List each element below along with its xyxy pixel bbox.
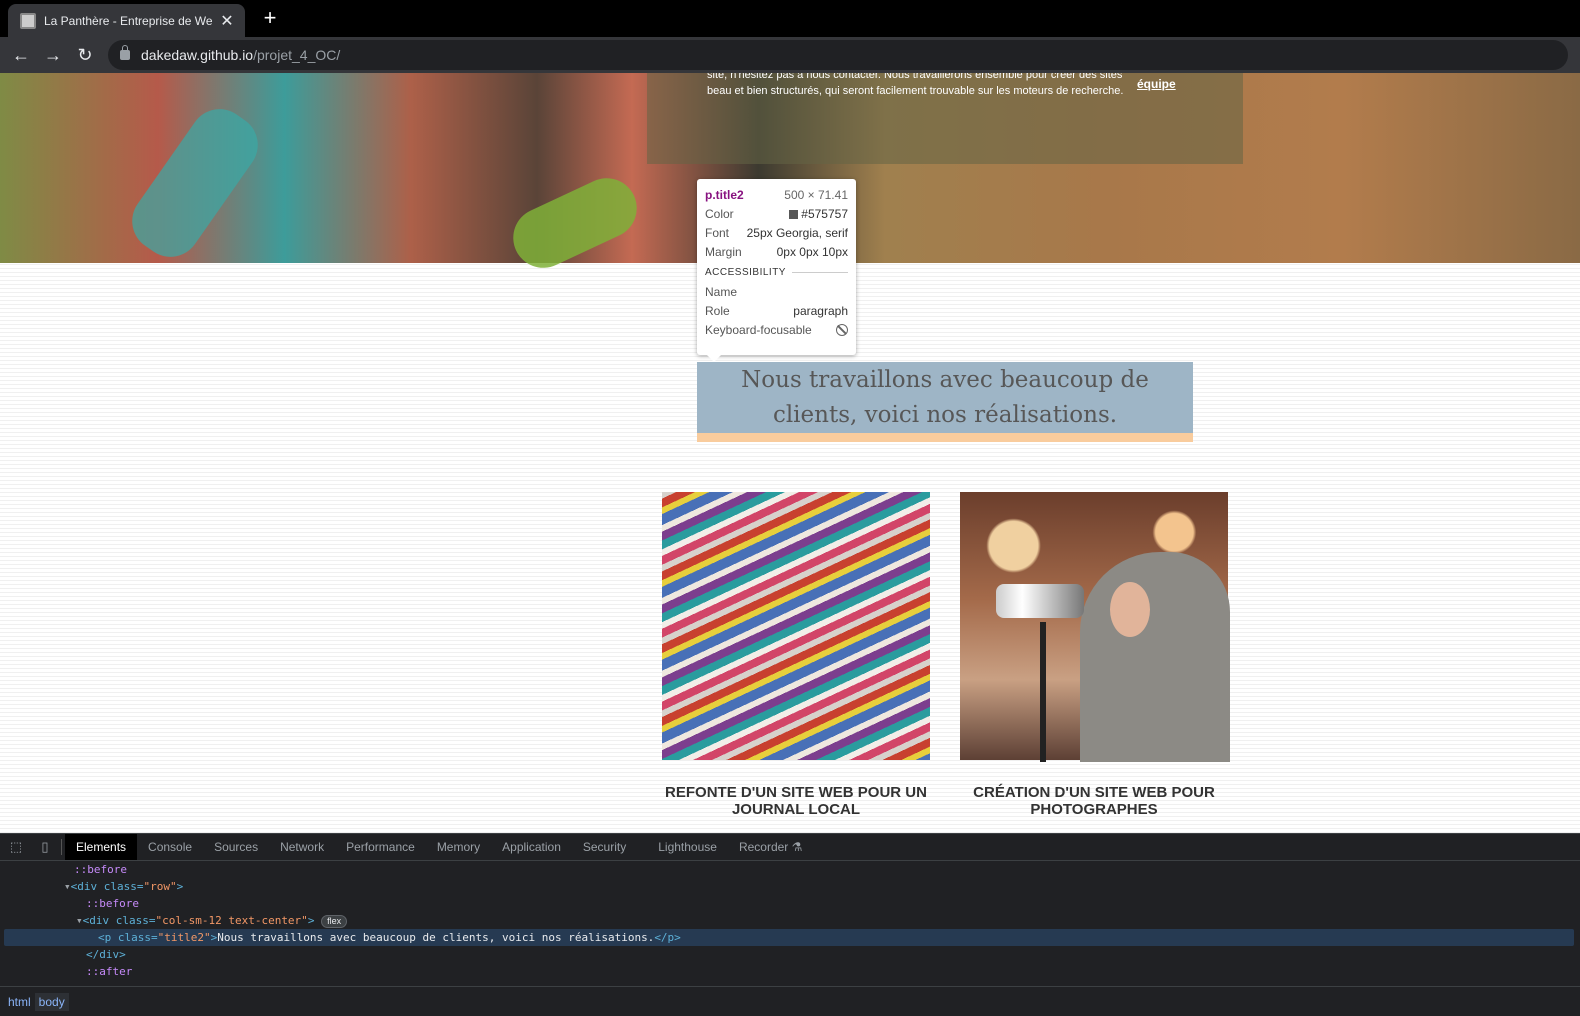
dom-node[interactable]: ▾<div class="col-sm-12 text-center"> fle… xyxy=(0,912,1580,929)
pseudo-element: ::before xyxy=(74,863,127,876)
tab-memory[interactable]: Memory xyxy=(426,834,491,860)
dom-tag: <p class= xyxy=(98,931,158,944)
card-title: CRÉATION D'UN SITE WEB POUR PHOTOGRAPHES xyxy=(973,784,1215,818)
tab-console[interactable]: Console xyxy=(137,834,203,860)
hero-decoration xyxy=(120,97,270,269)
tab-security[interactable]: Security xyxy=(572,834,637,860)
team-link[interactable]: équipe xyxy=(1137,77,1176,91)
tooltip-name-label: Name xyxy=(705,284,738,299)
tab-application[interactable]: Application xyxy=(491,834,572,860)
dom-attr-value: "row" xyxy=(143,880,177,893)
breadcrumb-html[interactable]: html xyxy=(4,993,35,1011)
dom-tag-end: > xyxy=(176,880,184,893)
dom-node[interactable]: ::before xyxy=(0,895,1580,912)
expand-arrow-icon[interactable]: ▾ xyxy=(64,880,71,893)
tooltip-section-heading: ACCESSIBILITY xyxy=(705,267,848,278)
dom-node[interactable]: ::after xyxy=(0,963,1580,980)
dom-node-selected[interactable]: <p class="title2">Nous travaillons avec … xyxy=(4,929,1574,946)
magazines-image xyxy=(662,492,930,760)
browser-tabbar: La Panthère - Entreprise de Web ✕ + xyxy=(0,0,1580,37)
devtools-tabbar: ⬚ ▯ Elements Console Sources Network Per… xyxy=(0,834,1580,861)
browser-tab[interactable]: La Panthère - Entreprise de Web ✕ xyxy=(8,4,245,37)
tooltip-margin-label: Margin xyxy=(705,244,742,259)
dom-tag-end: > xyxy=(307,914,315,927)
lock-icon xyxy=(120,45,130,60)
flex-badge[interactable]: flex xyxy=(321,915,348,928)
pseudo-element: ::after xyxy=(86,965,133,978)
card-title: REFONTE D'UN SITE WEB POUR UN JOURNAL LO… xyxy=(665,784,927,818)
tab-recorder[interactable]: Recorder ⚗ xyxy=(728,834,813,860)
tab-lighthouse[interactable]: Lighthouse xyxy=(647,834,728,860)
dom-tag: <div class= xyxy=(70,880,144,893)
photo-detail xyxy=(1110,582,1150,637)
tooltip-color-value: #575757 xyxy=(801,206,848,221)
tooltip-role-label: Role xyxy=(705,303,730,318)
tooltip-selector: p.title2 xyxy=(705,187,744,202)
inspect-tooltip: p.title2 500 × 71.41 Color #575757 Font … xyxy=(697,179,856,362)
section-title: Nous travaillons avec beaucoup de client… xyxy=(741,367,1149,428)
url-host: dakedaw.github.io xyxy=(141,47,254,63)
hero-text: site, n'hésitez pas à nous contacter. No… xyxy=(707,73,1124,97)
tab-performance[interactable]: Performance xyxy=(335,834,426,860)
dom-tag: <div class= xyxy=(82,914,156,927)
photo-detail xyxy=(1040,622,1046,762)
pseudo-element: ::before xyxy=(86,897,139,910)
portfolio-card[interactable]: REFONTE D'UN SITE WEB POUR UN JOURNAL LO… xyxy=(662,492,930,818)
tooltip-role-value: paragraph xyxy=(793,303,848,318)
breadcrumb-body[interactable]: body xyxy=(34,992,69,1011)
devtools-panel: ⬚ ▯ Elements Console Sources Network Per… xyxy=(0,833,1580,1015)
inspect-element-icon[interactable]: ⬚ xyxy=(3,834,29,860)
site-favicon-icon xyxy=(20,12,36,29)
hero-panel: site, n'hésitez pas à nous contacter. No… xyxy=(647,73,1243,164)
tooltip-font-value: 25px Georgia, serif xyxy=(746,225,848,240)
photo-detail xyxy=(1080,552,1230,762)
dom-attr-value: "col-sm-12 text-center" xyxy=(155,914,308,927)
tab-title: La Panthère - Entreprise de Web xyxy=(44,13,213,28)
tooltip-dimensions: 500 × 71.41 xyxy=(784,187,848,202)
device-toolbar-icon[interactable]: ▯ xyxy=(32,834,58,860)
address-bar[interactable]: dakedaw.github.io/projet_4_OC/ xyxy=(108,40,1568,70)
dom-node[interactable]: ::before xyxy=(0,861,1580,878)
dom-node[interactable]: </div> xyxy=(0,946,1580,963)
portfolio-card[interactable]: CRÉATION D'UN SITE WEB POUR PHOTOGRAPHES xyxy=(960,492,1230,818)
tooltip-font-label: Font xyxy=(705,225,730,240)
divider xyxy=(61,839,62,855)
color-swatch-icon xyxy=(789,209,799,219)
tooltip-color-label: Color xyxy=(705,206,734,221)
url-text: dakedaw.github.io/projet_4_OC/ xyxy=(141,47,340,63)
forward-button[interactable]: → xyxy=(41,43,65,67)
tab-elements[interactable]: Elements xyxy=(65,834,138,860)
back-button[interactable]: ← xyxy=(9,43,33,67)
browser-toolbar: ← → ↻ dakedaw.github.io/projet_4_OC/ xyxy=(0,37,1580,73)
photo-detail xyxy=(996,584,1084,618)
breadcrumb: html body xyxy=(0,986,1580,1016)
new-tab-button[interactable]: + xyxy=(258,6,282,30)
photographer-image xyxy=(960,492,1230,762)
close-tab-icon[interactable]: ✕ xyxy=(219,11,235,31)
url-path: /projet_4_OC/ xyxy=(253,47,341,63)
dom-tag: </div> xyxy=(86,948,126,961)
page-viewport: site, n'hésitez pas à nous contacter. No… xyxy=(0,73,1580,833)
hero-decoration xyxy=(503,168,647,278)
not-focusable-icon xyxy=(836,323,848,336)
dom-attr-value: "title2" xyxy=(157,931,211,944)
tab-sources[interactable]: Sources xyxy=(203,834,269,860)
reload-button[interactable]: ↻ xyxy=(73,43,97,67)
content-highlight: Nous travaillons avec beaucoup de client… xyxy=(697,362,1193,433)
tooltip-margin-value: 0px 0px 10px xyxy=(776,244,848,259)
tooltip-focus-label: Keyboard-focusable xyxy=(705,322,812,337)
tab-network[interactable]: Network xyxy=(269,834,335,860)
dom-node[interactable]: ▾<div class="row"> xyxy=(0,878,1580,895)
dom-tree[interactable]: ::before ▾<div class="row"> ::before ▾<d… xyxy=(0,861,1580,985)
dom-tag: </p> xyxy=(654,931,681,944)
expand-arrow-icon[interactable]: ▾ xyxy=(76,914,83,927)
dom-text: Nous travaillons avec beaucoup de client… xyxy=(217,931,655,944)
